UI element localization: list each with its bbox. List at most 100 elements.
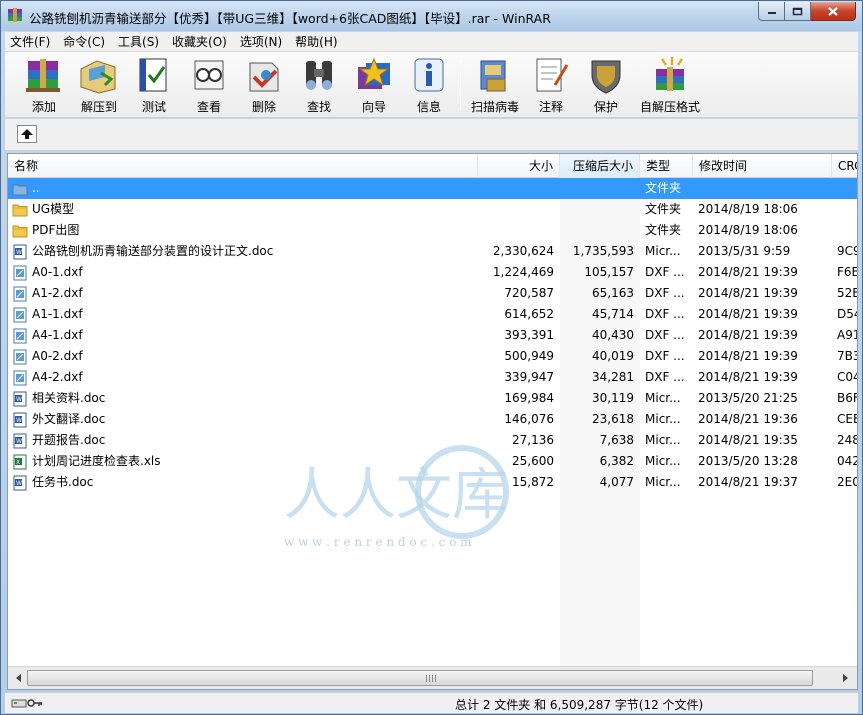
view-button[interactable]: 查看 [180,55,238,115]
scrollbar-thumb[interactable] [27,670,813,686]
file-type: 文件夹 [645,181,682,195]
file-type: DXF ... [645,370,685,384]
wizard-button[interactable]: 向导 [345,55,403,115]
menu-help[interactable]: 帮助(H) [290,32,342,52]
file-row[interactable]: A1-1.dxf 614,652 45,714 DXF ... 2014/8/21 19… [8,304,857,325]
sfx-label: 自解压格式 [639,100,700,114]
minimize-button[interactable] [758,2,785,21]
file-name-cell: A4-1.dxf [12,325,472,346]
sfx-button[interactable]: 自解压格式 [637,55,703,115]
file-row[interactable]: A4-2.dxf 339,947 34,281 DXF ... 2014/8/21 19… [8,367,857,388]
file-name-cell: .. [12,178,472,199]
file-row[interactable]: A0-2.dxf 500,949 40,019 DXF ... 2014/8/21 19… [8,346,857,367]
close-button[interactable] [811,2,856,21]
delete-button[interactable]: 删除 [235,55,293,115]
header-modified[interactable]: 修改时间 [693,154,832,178]
file-type: Micr... [645,244,681,258]
word-document-icon: W [13,412,27,427]
test-button[interactable]: 测试 [125,55,183,115]
find-icon [306,61,332,90]
file-name: 相关资料.doc [32,391,106,405]
add-button[interactable]: 添加 [15,55,73,115]
file-name: 外文翻译.doc [32,412,106,426]
file-modified: 2014/8/19 18:06 [698,223,798,237]
file-row[interactable]: X 计划周记进度检查表.xls 25,600 6,382 Micr... 2013/5/2… [8,451,857,472]
extract-to-button[interactable]: 解压到 [70,55,128,115]
maximize-icon [792,7,803,15]
delete-label: 删除 [251,100,276,114]
file-row[interactable]: W 相关资料.doc 169,984 30,119 Micr... 2013/5/20 2… [8,388,857,409]
header-name[interactable]: 名称 [8,154,478,178]
file-modified: 2014/8/21 19:39 [698,328,798,342]
menu-tools[interactable]: 工具(S) [113,32,164,52]
file-packed-size: 4,077 [599,475,634,489]
file-size [478,220,554,241]
address-bar [5,119,858,151]
header-crc[interactable]: CRC [832,154,857,178]
file-modified: 2014/8/21 19:36 [698,412,798,426]
file-row[interactable]: UG模型 文件夹 2014/8/19 18:06 [8,199,857,220]
file-row[interactable]: W 外文翻译.doc 146,076 23,618 Micr... 2014/8/21 1… [8,409,857,430]
horizontal-scrollbar[interactable] [8,666,857,689]
file-modified [698,178,833,199]
svg-text:X: X [16,459,20,466]
file-modified: 2014/8/21 19:39 [698,370,798,384]
file-list[interactable]: 名称 大小 压缩后大小 类型 修改时间 CRC .. 文件夹 UG模型文件夹2014… [7,153,858,690]
key-icon[interactable] [27,697,43,709]
file-name: 开题报告.doc [32,433,106,447]
file-row[interactable]: A1-2.dxf 720,587 65,163 DXF ... 2014/8/21 19… [8,283,857,304]
svg-text:W: W [16,480,22,487]
minimize-icon [767,12,776,14]
menu-file[interactable]: 文件(F) [5,32,55,52]
scan-virus-button[interactable]: 扫描病毒 [465,55,525,115]
file-name: A0-1.dxf [32,265,83,279]
parent-folder-row[interactable]: .. 文件夹 [8,178,857,199]
file-name-cell: W 公路铣刨机沥青输送部分装置的设计正文.doc [12,241,472,262]
file-size: 339,947 [504,370,554,384]
info-button[interactable]: 信息 [400,55,458,115]
file-row[interactable]: W 开题报告.doc 27,136 7,638 Micr... 2014/8/21 19:… [8,430,857,451]
file-name-cell: A0-2.dxf [12,346,472,367]
header-packed[interactable]: 压缩后大小 [560,154,640,178]
file-crc: 248 [837,433,858,447]
menu-options[interactable]: 选项(N) [235,32,287,52]
toolbar-separator [460,60,461,110]
file-row[interactable]: W 公路铣刨机沥青输送部分装置的设计正文.doc 2,330,624 1,735,59… [8,241,857,262]
file-packed-size: 7,638 [599,433,634,447]
file-row[interactable]: A4-1.dxf 393,391 40,430 DXF ... 2014/8/21 19… [8,325,857,346]
file-crc: 52E [837,286,858,300]
title-bar[interactable]: 公路铣刨机沥青输送部分【优秀】【带UG三维】【word+6张CAD图纸】【毕设】… [1,1,862,31]
comment-button[interactable]: 注释 [522,55,580,115]
file-name-cell: PDF出图 [12,220,472,241]
file-row[interactable]: W 任务书.doc 15,872 4,077 Micr... 2014/8/21 19:3… [8,472,857,493]
arrow-right-icon [842,673,848,682]
word-document-icon: W [13,244,27,259]
comment-icon [536,58,569,92]
file-size: 500,949 [504,349,554,363]
header-size[interactable]: 大小 [478,154,560,178]
file-packed-size: 40,430 [592,328,634,342]
file-modified: 2014/8/19 18:06 [698,202,798,216]
header-type[interactable]: 类型 [640,154,693,178]
file-size [478,199,554,220]
menu-favorites[interactable]: 收藏夹(O) [167,32,232,52]
word-document-icon: W [13,391,27,406]
file-row[interactable]: PDF出图 文件夹 2014/8/19 18:06 [8,220,857,241]
up-folder-button[interactable] [17,125,37,143]
close-icon [828,6,838,16]
arrow-left-icon [15,673,21,682]
drive-icon[interactable] [11,697,27,709]
maximize-button[interactable] [785,2,811,21]
word-document-icon: W [13,433,27,448]
scroll-right-button[interactable] [837,669,854,686]
protect-button[interactable]: 保护 [577,55,635,115]
file-name-cell: W 任务书.doc [12,472,472,493]
file-packed-size: 45,714 [592,307,634,321]
sfx-icon [656,57,684,91]
find-button[interactable]: 查找 [290,55,348,115]
watermark-url: w w w . r e n r e n d o c . c o m [284,535,472,549]
file-row[interactable]: A0-1.dxf 1,224,469 105,157 DXF ... 2014/8/21… [8,262,857,283]
menu-commands[interactable]: 命令(C) [58,32,110,52]
scroll-left-button[interactable] [10,669,27,686]
excel-document-icon: X [13,454,27,469]
